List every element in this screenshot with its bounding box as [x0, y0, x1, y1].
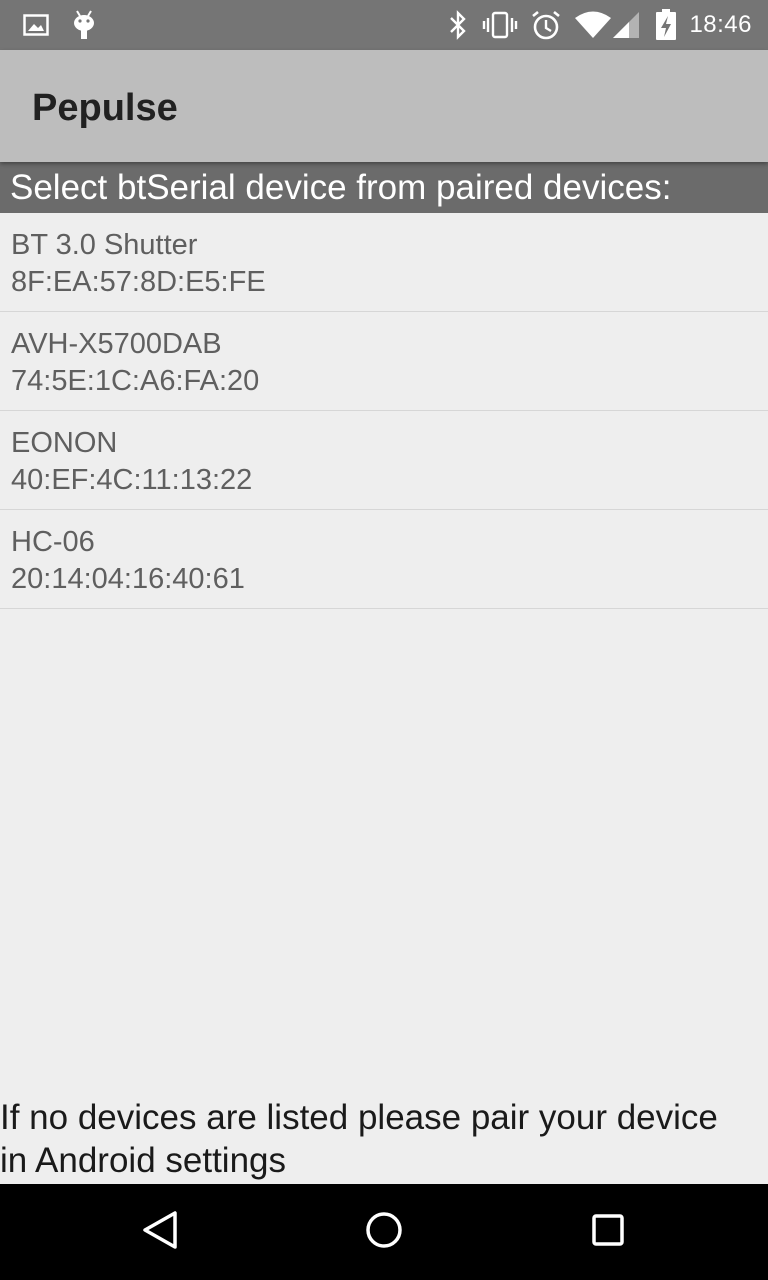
hint-line-2: in Android settings	[0, 1141, 287, 1180]
recents-button[interactable]	[588, 1212, 628, 1252]
bluetooth-icon	[446, 9, 470, 41]
alarm-icon	[530, 9, 562, 41]
device-address: 20:14:04:16:40:61	[11, 563, 245, 595]
app-title: Pepulse	[32, 87, 178, 129]
navigation-bar	[0, 1184, 768, 1280]
image-icon	[22, 9, 50, 41]
list-item-device[interactable]: BT 3.0 Shutter 8F:EA:57:8D:E5:FE	[0, 213, 768, 312]
app-bar: Pepulse	[0, 50, 768, 162]
battery-charging-icon	[652, 9, 680, 41]
device-list: BT 3.0 Shutter 8F:EA:57:8D:E5:FE AVH-X57…	[0, 213, 768, 609]
device-name: EONON	[11, 427, 118, 459]
back-icon	[142, 1210, 178, 1255]
select-device-header: Select btSerial device from paired devic…	[0, 162, 768, 213]
device-address: 40:EF:4C:11:13:22	[11, 464, 253, 496]
home-button[interactable]	[364, 1210, 404, 1255]
device-name: BT 3.0 Shutter	[11, 229, 198, 261]
list-item-device[interactable]: AVH-X5700DAB 74:5E:1C:A6:FA:20	[0, 312, 768, 411]
android-debug-icon	[70, 9, 98, 41]
status-bar: 18:46	[0, 0, 768, 50]
home-icon	[364, 1210, 404, 1255]
device-name: HC-06	[11, 526, 95, 558]
screen: 18:46 Pepulse Select btSerial device fro…	[0, 0, 768, 1280]
hint-line-1: If no devices are listed please pair you…	[0, 1098, 718, 1137]
recents-icon	[590, 1212, 626, 1253]
vibrate-icon	[482, 9, 518, 41]
device-address: 8F:EA:57:8D:E5:FE	[11, 266, 266, 298]
wifi-icon	[574, 9, 612, 41]
no-devices-hint: If no devices are listed please pair you…	[0, 1096, 768, 1182]
list-item-device[interactable]: EONON 40:EF:4C:11:13:22	[0, 411, 768, 510]
cell-signal-icon	[610, 9, 642, 41]
device-name: AVH-X5700DAB	[11, 328, 222, 360]
list-item-device[interactable]: HC-06 20:14:04:16:40:61	[0, 510, 768, 609]
status-clock: 18:46	[689, 11, 752, 38]
back-button[interactable]	[140, 1210, 180, 1255]
device-address: 74:5E:1C:A6:FA:20	[11, 365, 260, 397]
